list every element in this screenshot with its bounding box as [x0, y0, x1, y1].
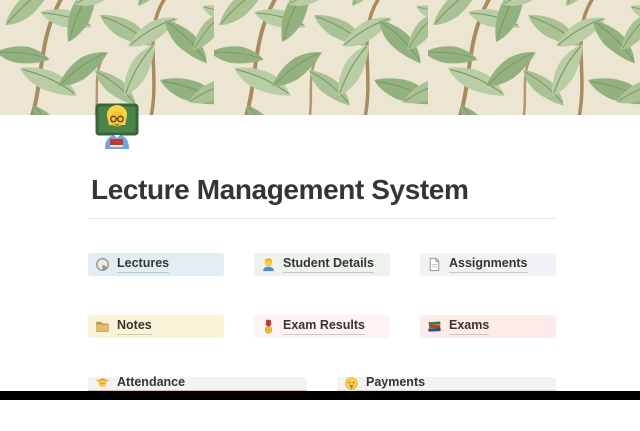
card-attendance[interactable]: Attendance — [88, 375, 307, 392]
books-icon — [427, 319, 442, 334]
card-assignments[interactable]: Assignments — [420, 253, 556, 276]
card-exams[interactable]: Exams — [420, 315, 556, 338]
card-label: Exam Results — [283, 318, 365, 335]
divider — [88, 218, 556, 219]
cover-image — [0, 0, 640, 115]
medal-icon — [261, 319, 276, 334]
money-face-icon — [344, 376, 359, 391]
card-label: Attendance — [117, 375, 186, 392]
card-label: Lectures — [117, 256, 170, 273]
card-exam-results[interactable]: Exam Results — [254, 315, 390, 338]
globe-icon — [95, 257, 110, 272]
folder-icon — [95, 319, 110, 334]
cards-row-2: Notes Exam Results Exams — [88, 315, 556, 338]
card-label: Assignments — [449, 256, 528, 273]
cards-row-3: Attendance Payments — [88, 375, 556, 392]
card-label: Exams — [449, 318, 490, 335]
card-label: Notes — [117, 318, 152, 335]
card-payments[interactable]: Payments — [337, 375, 556, 392]
bottom-black-bar — [0, 391, 640, 400]
card-student-details[interactable]: Student Details — [254, 253, 390, 276]
page-title[interactable]: Lecture Management System — [91, 174, 469, 206]
cards-grid: Lectures Student Details Assignments Not… — [88, 253, 556, 431]
person-raising-hand-icon — [95, 376, 110, 391]
cards-row-1: Lectures Student Details Assignments — [88, 253, 556, 276]
card-label: Payments — [366, 375, 426, 392]
card-lectures[interactable]: Lectures — [88, 253, 224, 276]
card-label: Student Details — [283, 256, 374, 273]
student-icon — [261, 257, 276, 272]
willow-pattern-svg — [0, 0, 640, 115]
page-icon — [427, 257, 442, 272]
card-notes[interactable]: Notes — [88, 315, 224, 338]
woman-teacher-emoji-svg — [95, 103, 139, 149]
woman-teacher-icon[interactable] — [92, 99, 142, 149]
